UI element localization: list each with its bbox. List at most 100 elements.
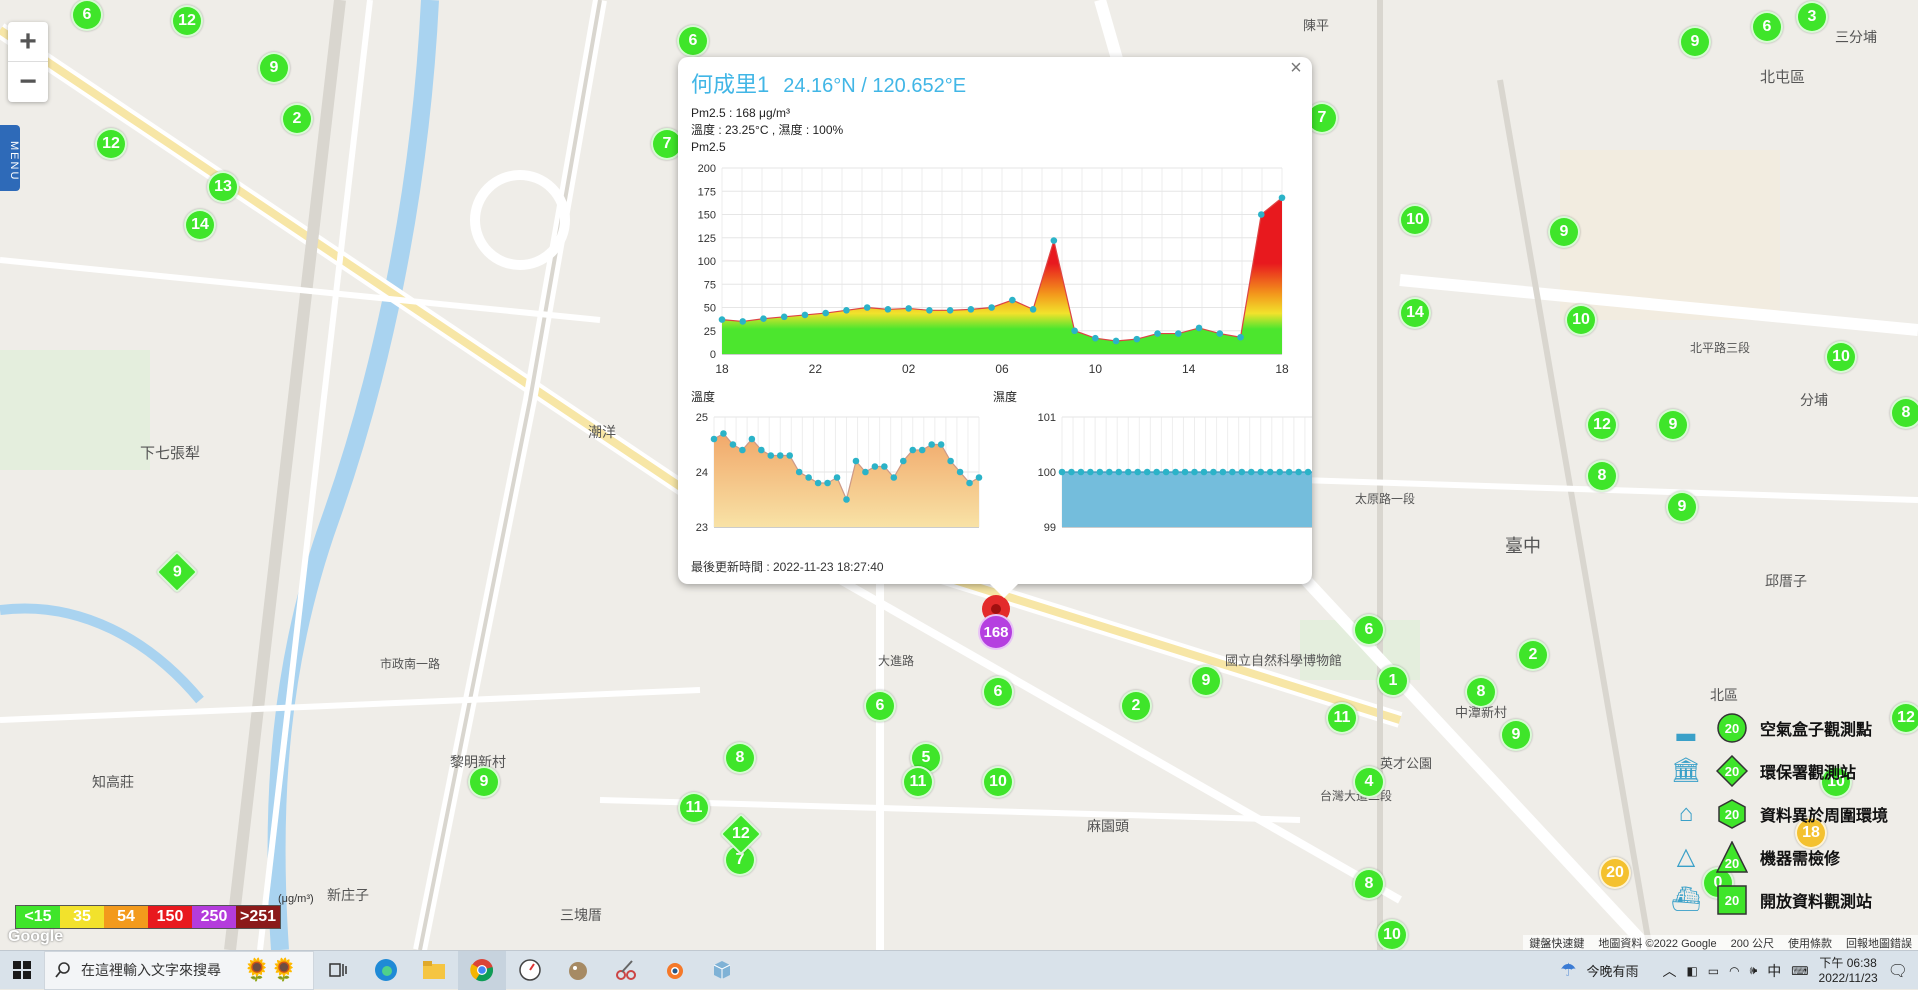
selected-marker[interactable]: 168 xyxy=(978,614,1014,650)
data-point xyxy=(1087,468,1094,476)
volume-icon[interactable]: 🕪 xyxy=(1750,963,1758,978)
data-point xyxy=(1237,333,1244,341)
legend-diamond-icon: 20 xyxy=(1716,754,1748,787)
attribution-item[interactable]: 回報地圖錯誤 xyxy=(1846,935,1912,950)
data-point xyxy=(1172,468,1179,476)
attribution-item[interactable]: 鍵盤快速鍵 xyxy=(1529,935,1584,950)
y-tick-label: 175 xyxy=(698,186,716,198)
data-point xyxy=(1071,327,1078,335)
network-icon[interactable]: ◧ xyxy=(1686,964,1697,978)
station-marker[interactable]: 11 xyxy=(678,792,710,824)
blender-icon[interactable] xyxy=(650,951,698,990)
station-marker[interactable]: 3 xyxy=(1796,1,1828,33)
place-label: 大進路 xyxy=(878,653,914,668)
data-point xyxy=(1210,468,1217,476)
station-marker[interactable]: 9 xyxy=(1190,665,1222,697)
data-point xyxy=(720,430,727,437)
app-icon-snip[interactable] xyxy=(602,951,650,990)
y-tick-label: 0 xyxy=(710,349,716,361)
station-marker[interactable]: 10 xyxy=(1825,341,1857,373)
marker-value: 9 xyxy=(479,773,489,790)
station-marker[interactable]: 9 xyxy=(468,766,500,798)
data-point xyxy=(1134,468,1142,476)
zoom-out-button[interactable]: − xyxy=(8,62,48,102)
marker-value: 10 xyxy=(1832,348,1850,365)
station-marker[interactable]: 4 xyxy=(1353,766,1385,798)
station-marker[interactable]: 12 xyxy=(1586,409,1618,441)
taskbar-search[interactable]: 在這裡輸入文字來搜尋 🌻🌻 xyxy=(44,950,314,990)
station-marker[interactable]: 8 xyxy=(724,742,756,774)
station-marker[interactable]: 12 xyxy=(95,128,127,160)
station-marker[interactable]: 8 xyxy=(1586,460,1618,492)
data-point xyxy=(814,479,822,487)
station-marker[interactable]: 8 xyxy=(1465,676,1497,708)
station-marker[interactable]: 6 xyxy=(982,676,1014,708)
station-marker[interactable]: 8 xyxy=(1890,397,1918,429)
attribution-item[interactable]: 使用條款 xyxy=(1788,935,1832,950)
file-explorer-icon[interactable] xyxy=(410,951,458,990)
edge-icon[interactable] xyxy=(362,951,410,990)
station-marker[interactable]: 14 xyxy=(184,209,216,241)
place-label: 潮洋 xyxy=(588,424,616,440)
legend-number: 20 xyxy=(1725,721,1739,736)
ime-indicator[interactable]: 中 xyxy=(1767,961,1781,981)
station-marker[interactable]: 6 xyxy=(864,690,896,722)
station-marker[interactable]: 2 xyxy=(281,103,313,135)
place-label: 北屯區 xyxy=(1760,69,1805,86)
data-point xyxy=(1191,468,1198,476)
menu-tab[interactable]: MENU xyxy=(0,125,20,191)
station-marker[interactable]: 2 xyxy=(1517,639,1549,671)
station-marker[interactable]: 10 xyxy=(1399,204,1431,236)
data-point xyxy=(918,446,926,454)
station-marker[interactable]: 6 xyxy=(677,25,709,57)
map-canvas[interactable]: 北屯區 三分埔 分埔 臺中 邱厝子 下七張犁 知高莊 黎明新村 三塊厝 麻園頭 新庄子 潮洋 陳平 北區中… xyxy=(0,0,1918,950)
keyboard-icon[interactable]: ⌨ xyxy=(1791,964,1808,978)
data-point xyxy=(1112,337,1120,345)
station-marker[interactable]: 9 xyxy=(1500,719,1532,751)
station-marker[interactable]: 10 xyxy=(1565,304,1597,336)
data-point xyxy=(1257,211,1265,218)
station-marker[interactable]: 9 xyxy=(258,52,290,84)
zoom-in-button[interactable]: + xyxy=(8,22,48,62)
app-icon-gimp[interactable] xyxy=(554,951,602,990)
legend-label: 資料異於周圍環境 xyxy=(1760,807,1889,825)
station-marker[interactable]: 12 xyxy=(171,5,203,37)
tray-chevron-icon[interactable]: ︿ xyxy=(1662,961,1676,981)
chrome-icon[interactable] xyxy=(458,950,506,990)
marker-value: 6 xyxy=(1364,621,1374,638)
station-marker[interactable]: 9 xyxy=(1679,26,1711,58)
station-marker[interactable]: 1 xyxy=(1377,665,1409,697)
station-marker[interactable]: 20 xyxy=(1599,857,1631,889)
pm25-chart-label: Pm2.5 xyxy=(691,140,726,154)
station-marker[interactable]: 10 xyxy=(982,766,1014,798)
station-marker[interactable]: 9 xyxy=(1666,491,1698,523)
data-point xyxy=(739,318,747,325)
weather-text[interactable]: 今晚有雨 xyxy=(1586,961,1638,980)
station-marker[interactable]: 11 xyxy=(1326,702,1358,734)
wifi-icon[interactable]: ◠ xyxy=(1729,964,1739,978)
data-point xyxy=(729,441,737,448)
battery-icon[interactable]: ▭ xyxy=(1708,964,1719,978)
station-marker[interactable]: 13 xyxy=(207,171,239,203)
station-marker[interactable]: 6 xyxy=(1751,11,1783,43)
notification-icon[interactable]: 🗨 xyxy=(1888,961,1908,981)
station-marker[interactable]: 8 xyxy=(1353,868,1385,900)
station-marker[interactable]: 9 xyxy=(1657,409,1689,441)
station-marker[interactable]: 6 xyxy=(71,0,103,31)
taskbar-clock[interactable]: 下午 06:38 2022/11/23 xyxy=(1819,956,1878,986)
station-marker[interactable]: 11 xyxy=(902,766,934,798)
start-button[interactable] xyxy=(0,951,44,990)
close-icon[interactable]: × xyxy=(1284,57,1308,81)
weather-icon[interactable]: ☂ xyxy=(1560,960,1576,981)
station-marker[interactable]: 6 xyxy=(1353,614,1385,646)
station-marker[interactable]: 14 xyxy=(1399,297,1431,329)
place-label: 太原路一段 xyxy=(1355,491,1415,506)
clock-app-icon[interactable] xyxy=(506,951,554,990)
task-view-icon[interactable] xyxy=(314,951,362,990)
y-tick-label: 101 xyxy=(1038,412,1056,424)
station-marker[interactable]: 10 xyxy=(1376,919,1408,950)
station-marker[interactable]: 2 xyxy=(1120,690,1152,722)
app-icon-cube[interactable] xyxy=(698,951,746,990)
box-icon: ▂ xyxy=(1676,714,1696,741)
station-marker[interactable]: 9 xyxy=(1548,216,1580,248)
